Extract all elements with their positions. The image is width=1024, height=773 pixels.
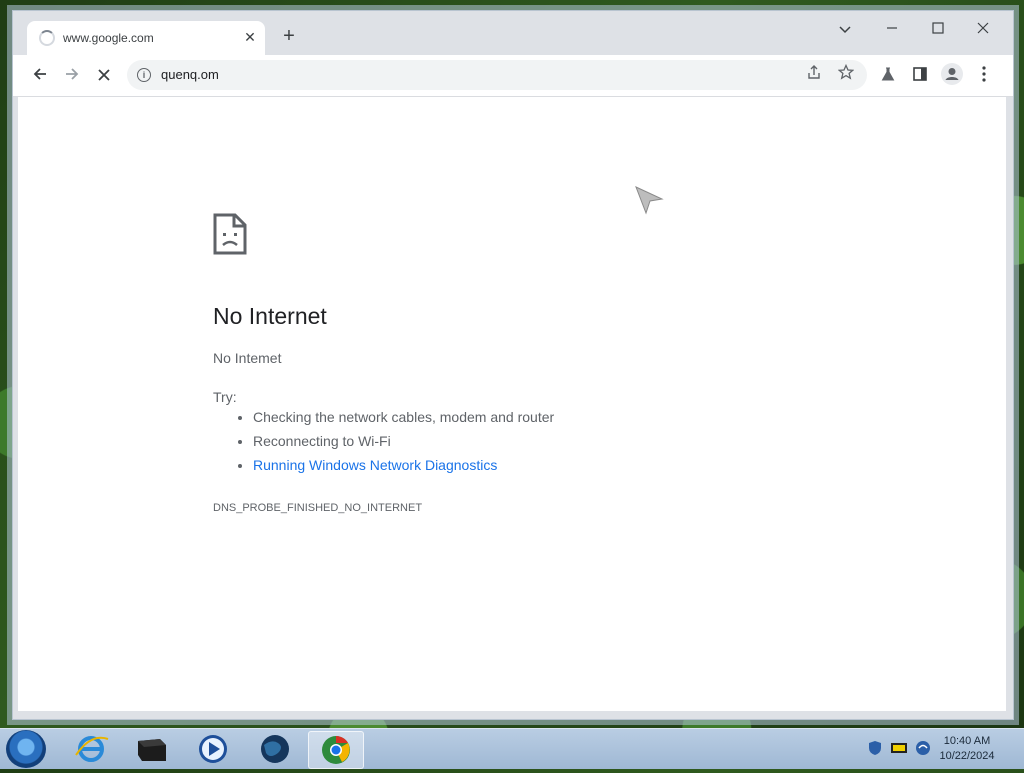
tab-close-icon[interactable]: ✕ — [241, 28, 259, 46]
new-tab-button[interactable]: + — [277, 25, 301, 49]
sad-page-icon — [213, 213, 247, 255]
internet-explorer-icon[interactable] — [64, 731, 118, 767]
maximize-button[interactable] — [923, 17, 953, 43]
media-player-icon[interactable] — [186, 731, 240, 767]
url-text[interactable]: quenq.om — [161, 67, 219, 82]
shield-icon[interactable] — [866, 739, 884, 757]
site-info-icon[interactable]: i — [137, 68, 151, 82]
globe-icon[interactable] — [248, 731, 302, 767]
mouse-pointer-icon — [635, 186, 664, 215]
title-bar: www.google.com ✕ + — [13, 11, 1013, 55]
browser-window: www.google.com ✕ + i quenq.om No Interne… — [12, 10, 1014, 720]
side-panel-icon[interactable] — [907, 63, 933, 89]
suggestion-item: Running Windows Network Diagnostics — [253, 453, 554, 477]
minimize-button[interactable] — [877, 17, 907, 43]
network-diagnostics-link[interactable]: Running Windows Network Diagnostics — [253, 457, 497, 473]
address-bar[interactable]: i quenq.om — [127, 60, 867, 90]
error-subtitle: No Intemet — [213, 350, 282, 366]
close-window-button[interactable] — [968, 17, 998, 43]
error-code: DNS_PROBE_FINISHED_NO_INTERNET — [213, 502, 423, 514]
tab-search-chevron-icon[interactable] — [830, 17, 860, 43]
suggestion-list: Checking the network cables, modem and r… — [213, 405, 554, 477]
chrome-icon[interactable] — [308, 731, 364, 769]
try-label: Try: — [213, 389, 237, 405]
page-content: No Internet No Intemet Try: Checking the… — [18, 97, 1006, 711]
browser-tab[interactable]: www.google.com ✕ — [27, 21, 265, 55]
profile-avatar-icon[interactable] — [939, 63, 965, 89]
action-center-flag-icon[interactable] — [890, 739, 908, 757]
labs-flask-icon[interactable] — [875, 63, 901, 89]
menu-kebab-icon[interactable] — [971, 63, 997, 89]
taskbar: 10:40 AM 10/22/2024 — [0, 728, 1024, 769]
clock-date: 10/22/2024 — [939, 750, 995, 762]
tab-title: www.google.com — [63, 31, 154, 45]
forward-button[interactable] — [59, 63, 85, 89]
suggestion-item: Checking the network cables, modem and r… — [253, 405, 554, 429]
back-button[interactable] — [27, 63, 53, 89]
bookmark-star-icon[interactable] — [835, 63, 857, 86]
loading-spinner-icon — [39, 30, 55, 46]
share-icon[interactable] — [803, 64, 825, 86]
network-icon[interactable] — [914, 739, 932, 757]
stop-loading-button[interactable] — [91, 63, 117, 89]
clock-time: 10:40 AM — [943, 735, 991, 747]
start-button[interactable] — [6, 730, 46, 768]
system-clock[interactable]: 10:40 AM 10/22/2024 — [932, 734, 1002, 764]
error-title: No Internet — [213, 303, 327, 329]
app-box-icon[interactable] — [124, 731, 178, 767]
suggestion-item: Reconnecting to Wi-Fi — [253, 429, 554, 453]
browser-toolbar: i quenq.om — [13, 55, 1013, 97]
